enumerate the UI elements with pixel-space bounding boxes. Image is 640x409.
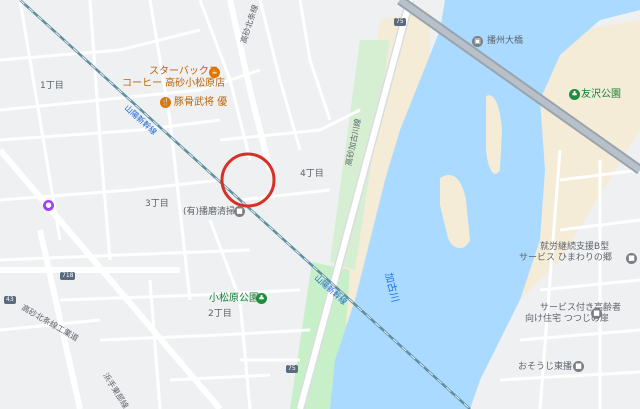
restaurant-icon[interactable]: 🍴 <box>160 97 171 108</box>
poi-cleaning-label[interactable]: (有)播磨清掃 <box>183 208 235 217</box>
park-icon[interactable]: ♣ <box>256 293 267 304</box>
map-base-layer <box>0 0 640 409</box>
area-label-4chome: 4丁目 <box>300 169 324 179</box>
coffee-icon[interactable]: ☕ <box>209 67 220 78</box>
poi-welfare-label-2[interactable]: サービス ひまわりの郷 <box>519 254 612 263</box>
map-canvas[interactable]: 75 75 718 43 スターバックス コーヒー 高砂小松原店 ☕ 🍴 豚骨武… <box>0 0 640 409</box>
area-label-1chome: 1丁目 <box>40 81 64 91</box>
place-icon[interactable]: ● <box>43 200 54 211</box>
route-shield-75-bottom: 75 <box>286 365 298 373</box>
route-shield-75-top: 75 <box>394 18 406 26</box>
poi-komatsubara-park-label[interactable]: 小松原公園 <box>209 294 259 304</box>
route-shield-43: 43 <box>4 296 16 304</box>
poi-tonkatsu-label[interactable]: 豚骨武将 優 <box>174 98 227 108</box>
bridge-icon[interactable]: ▣ <box>472 36 483 47</box>
business-icon[interactable]: ■ <box>573 361 584 372</box>
welfare-icon[interactable]: ■ <box>626 253 637 264</box>
poi-harima-bridge-label[interactable]: 播州大橋 <box>487 37 523 46</box>
area-label-3chome: 3丁目 <box>145 199 169 209</box>
poi-starbucks-label-2[interactable]: コーヒー 高砂小松原店 <box>122 79 225 89</box>
poi-osouji-label[interactable]: おそうじ東播 <box>518 363 572 372</box>
housing-icon[interactable]: ■ <box>591 308 602 319</box>
poi-welfare-label-1[interactable]: 就労継続支援B型 <box>540 243 609 252</box>
business-icon[interactable]: ■ <box>234 206 245 217</box>
park-icon[interactable]: ♣ <box>569 89 580 100</box>
route-shield-718: 718 <box>60 272 76 280</box>
poi-elder-label-1[interactable]: サービス付き高齢者 <box>540 304 621 313</box>
area-label-2chome: 2丁目 <box>208 309 232 319</box>
poi-yuzawa-park-label[interactable]: 友沢公園 <box>581 90 621 100</box>
